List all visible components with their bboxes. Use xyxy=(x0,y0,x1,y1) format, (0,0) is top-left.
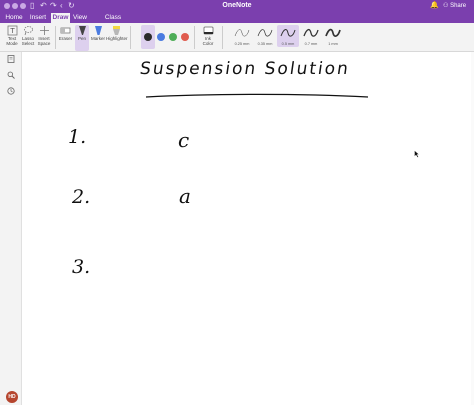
pen-icon xyxy=(78,26,86,35)
person-plus-icon: ⚇ xyxy=(443,3,449,9)
answer-1: c xyxy=(178,128,190,152)
text-mode-label: Text Mode xyxy=(6,36,18,46)
thickness-label: 0.7 mm xyxy=(304,42,318,46)
share-label: Share xyxy=(450,3,467,9)
mouse-cursor-icon xyxy=(414,150,420,158)
eraser-button[interactable]: Eraser xyxy=(58,25,73,51)
marker-label: Marker xyxy=(91,36,106,41)
ink-color-icon xyxy=(203,26,213,35)
app-title: OneNote xyxy=(222,2,252,9)
highlighter-label: Highlighter xyxy=(106,36,128,41)
onenote-window: ▯ ↶ ↷ ‹ ↻ OneNote 🔔 ⚇ Share Home Insert … xyxy=(0,0,474,405)
insert-space-icon xyxy=(39,26,49,35)
lasso-select-button[interactable]: Lasso Select xyxy=(21,25,35,51)
pen-color-green[interactable] xyxy=(169,33,177,41)
note-canvas[interactable]: Suspension Solution 1. c 2. a 3. xyxy=(22,52,474,405)
ribbon-tabs: Home Insert Draw View Class Notebook xyxy=(0,12,474,31)
stroke-sample-icon xyxy=(234,29,250,37)
tab-home[interactable]: Home xyxy=(4,13,24,23)
highlighter-button[interactable]: Highlighter xyxy=(106,25,128,51)
tab-view[interactable]: View xyxy=(72,13,88,23)
search-icon[interactable] xyxy=(7,71,15,79)
thickness-label: 0.35 mm xyxy=(257,42,273,46)
marker-button[interactable]: Marker xyxy=(91,25,105,51)
highlighter-icon xyxy=(112,26,120,35)
lasso-icon xyxy=(23,26,33,36)
text-mode-button[interactable]: T Text Mode xyxy=(5,25,19,51)
draw-ribbon: T Text Mode Lasso Select Insert Space Er… xyxy=(0,23,474,52)
question-number-3: 3. xyxy=(72,256,91,278)
insert-space-button[interactable]: Insert Space xyxy=(37,25,51,51)
recent-icon[interactable] xyxy=(7,87,15,95)
ribbon-separator xyxy=(194,26,195,49)
share-button[interactable]: ⚇ Share xyxy=(443,1,466,11)
pen-color-blue[interactable] xyxy=(157,33,165,41)
tab-draw[interactable]: Draw xyxy=(51,13,70,23)
tab-class-notebook[interactable]: Class Notebook xyxy=(92,13,134,31)
pen-button[interactable]: Pen xyxy=(75,25,89,51)
ink-underline xyxy=(145,93,369,98)
lasso-select-label: Lasso Select xyxy=(21,36,35,46)
thickness-0-7mm[interactable]: 0.7 mm xyxy=(300,25,322,47)
navigation-sidebar: HD xyxy=(0,52,22,405)
stroke-sample-icon xyxy=(325,28,341,37)
thickness-0-25mm[interactable]: 0.25 mm xyxy=(231,25,253,47)
svg-text:T: T xyxy=(9,27,15,35)
thickness-0-35mm[interactable]: 0.35 mm xyxy=(254,25,276,47)
pen-color-red[interactable] xyxy=(181,33,189,41)
thickness-label: 0.5 mm xyxy=(281,42,295,46)
thickness-1mm[interactable]: 1 mm xyxy=(322,25,344,47)
title-bar: ▯ ↶ ↷ ‹ ↻ OneNote 🔔 ⚇ Share xyxy=(0,0,474,12)
eraser-icon xyxy=(60,27,71,34)
text-mode-icon: T xyxy=(7,25,17,36)
thickness-0-5mm[interactable]: 0.5 mm xyxy=(277,25,299,47)
ink-color-button[interactable]: Ink Color xyxy=(199,25,217,51)
bell-icon[interactable]: 🔔 xyxy=(430,1,439,11)
stroke-sample-icon xyxy=(257,29,273,37)
notebooks-icon[interactable] xyxy=(7,55,15,63)
avatar[interactable]: HD xyxy=(6,391,18,403)
question-number-2: 2. xyxy=(72,186,91,208)
stroke-sample-icon xyxy=(303,28,319,37)
question-number-1: 1. xyxy=(68,126,87,148)
ribbon-separator xyxy=(222,26,223,49)
tab-insert[interactable]: Insert xyxy=(27,13,49,23)
pen-color-black[interactable] xyxy=(144,33,152,41)
thickness-label: 1 mm xyxy=(328,42,338,46)
insert-space-label: Insert Space xyxy=(37,36,51,46)
thickness-label: 0.25 mm xyxy=(234,42,250,46)
ink-title: Suspension Solution xyxy=(138,59,352,79)
pen-label: Pen xyxy=(77,36,86,41)
ribbon-separator xyxy=(55,26,56,49)
stroke-sample-icon xyxy=(280,29,296,37)
marker-icon xyxy=(94,26,102,35)
answer-2: a xyxy=(179,184,191,208)
ink-color-label: Ink Color xyxy=(202,36,214,46)
ribbon-separator xyxy=(130,26,131,49)
eraser-label: Eraser xyxy=(58,36,73,41)
